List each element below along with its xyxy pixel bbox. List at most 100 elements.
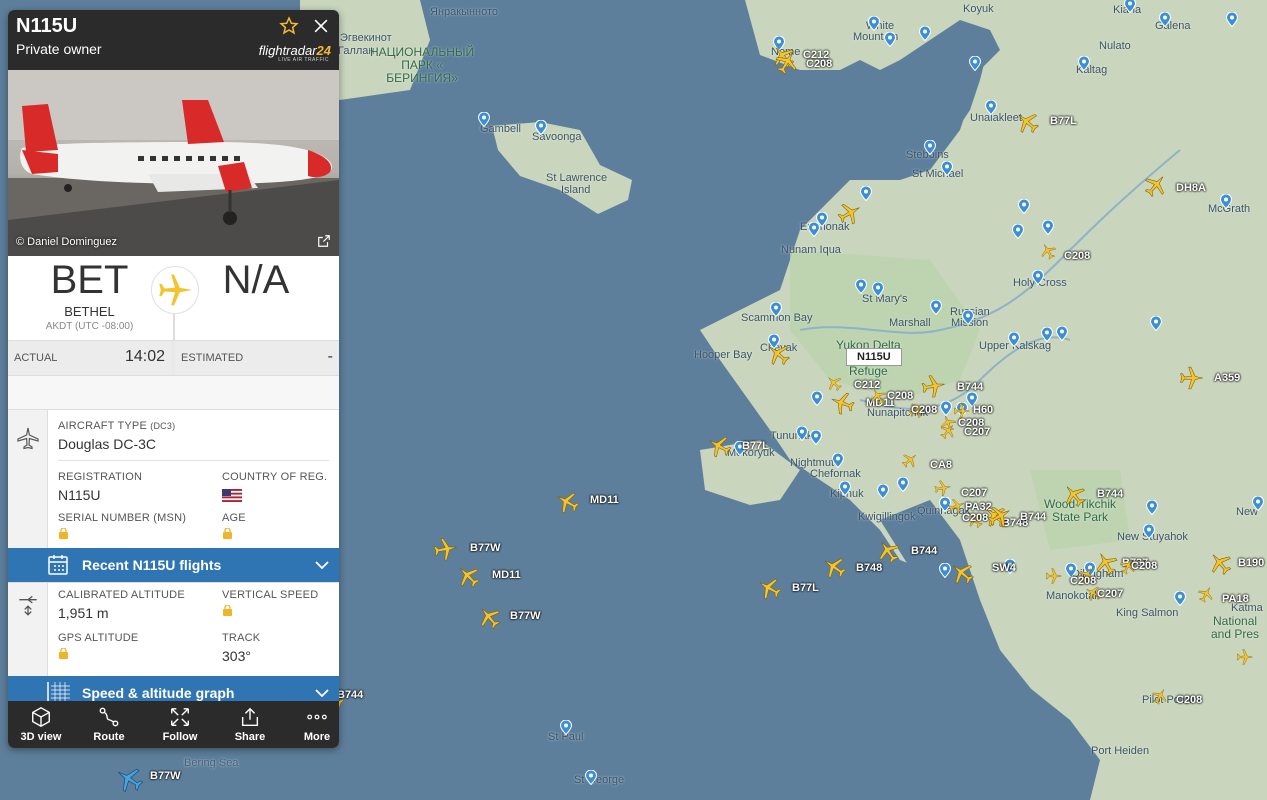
more-button[interactable]: More <box>284 701 339 748</box>
aircraft-marker[interactable] <box>455 563 481 589</box>
airport-pin-icon[interactable] <box>839 481 851 496</box>
aircraft-marker[interactable] <box>949 560 975 586</box>
airport-pin-icon[interactable] <box>1078 56 1090 71</box>
airport-pin-icon[interactable] <box>1056 326 1068 341</box>
aircraft-marker[interactable] <box>829 390 855 416</box>
aircraft-marker[interactable] <box>921 373 947 399</box>
favorite-star-icon[interactable] <box>279 16 299 36</box>
aircraft-marker[interactable] <box>837 200 863 226</box>
3d-view-button[interactable]: 3D view <box>8 701 74 748</box>
airport-pin-icon[interactable] <box>969 56 981 71</box>
altitude-icon <box>19 595 37 616</box>
airport-pin-icon[interactable] <box>941 161 953 176</box>
aircraft-marker[interactable] <box>1014 109 1040 135</box>
airport-pin-icon[interactable] <box>1159 12 1171 27</box>
aircraft-marker[interactable] <box>1039 242 1057 260</box>
aircraft-marker[interactable] <box>774 49 800 75</box>
airport-pin-icon[interactable] <box>1041 327 1053 342</box>
airport-pin-icon[interactable] <box>1018 199 1030 214</box>
lock-icon[interactable] <box>59 648 68 659</box>
aircraft-marker[interactable] <box>1061 482 1087 508</box>
airport-pin-icon[interactable] <box>930 300 942 315</box>
follow-button[interactable]: Follow <box>147 701 213 748</box>
aircraft-marker[interactable] <box>869 387 887 405</box>
airport-pin-icon[interactable] <box>1252 496 1264 511</box>
close-icon[interactable] <box>311 16 331 36</box>
aircraft-marker[interactable] <box>1045 567 1063 585</box>
origin-code[interactable]: BET <box>8 258 171 303</box>
aircraft-marker[interactable] <box>756 575 782 601</box>
airport-pin-icon[interactable] <box>897 477 909 492</box>
aircraft-marker[interactable] <box>1093 550 1119 576</box>
lock-icon[interactable] <box>223 528 232 539</box>
route-button[interactable]: Route <box>76 701 142 748</box>
airport-pin-icon[interactable] <box>560 720 572 735</box>
gps-altitude-label: GPS ALTITUDE <box>58 632 139 644</box>
aircraft-marker[interactable] <box>554 489 580 515</box>
airport-pin-icon[interactable] <box>535 120 547 135</box>
airport-pin-icon[interactable] <box>919 26 931 41</box>
lock-icon[interactable] <box>59 528 68 539</box>
airport-pin-icon[interactable] <box>855 279 867 294</box>
aircraft-marker[interactable] <box>987 503 1013 529</box>
airport-pin-icon[interactable] <box>832 453 844 468</box>
aircraft-marker[interactable] <box>706 433 732 459</box>
aircraft-marker[interactable] <box>1151 687 1169 705</box>
external-link-icon[interactable] <box>317 234 331 248</box>
airport-pin-icon[interactable] <box>1220 194 1232 209</box>
airport-pin-icon[interactable] <box>808 222 820 237</box>
map-place-label: Nunam Iqua <box>781 244 841 256</box>
airport-pin-icon[interactable] <box>860 186 872 201</box>
aircraft-marker[interactable] <box>476 604 502 630</box>
airport-pin-icon[interactable] <box>962 310 974 325</box>
aircraft-marker[interactable] <box>1197 585 1215 603</box>
airport-pin-icon[interactable] <box>868 16 880 31</box>
share-button[interactable]: Share <box>217 701 283 748</box>
recent-flights-bar[interactable]: Recent N115U flights <box>8 548 339 582</box>
airport-pin-icon[interactable] <box>872 282 884 297</box>
airport-pin-icon[interactable] <box>884 32 896 47</box>
aircraft-label: B744 <box>337 689 364 701</box>
airport-pin-icon[interactable] <box>1143 524 1155 539</box>
airport-pin-icon[interactable] <box>1012 224 1024 239</box>
airport-pin-icon[interactable] <box>1124 0 1136 13</box>
airport-pin-icon[interactable] <box>1174 591 1186 606</box>
flight-details-panel: N115U Private owner flightradar24 LIVE A… <box>8 10 339 748</box>
airport-pin-icon[interactable] <box>770 302 782 317</box>
airport-pin-icon[interactable] <box>1226 12 1238 27</box>
lock-icon[interactable] <box>223 605 232 616</box>
aircraft-marker[interactable] <box>433 536 459 562</box>
aircraft-marker[interactable] <box>939 422 957 440</box>
airport-pin-icon[interactable] <box>985 100 997 115</box>
airport-pin-icon[interactable] <box>1150 316 1162 331</box>
aircraft-marker[interactable] <box>1236 648 1254 666</box>
aircraft-marker[interactable] <box>934 479 952 497</box>
airport-pin-icon[interactable] <box>811 391 823 406</box>
aircraft-marker[interactable] <box>765 341 791 367</box>
airport-pin-icon[interactable] <box>796 426 808 441</box>
airplane-icon <box>17 427 39 450</box>
airport-pin-icon[interactable] <box>1042 220 1054 235</box>
recent-flights-label: Recent N115U flights <box>82 557 222 573</box>
aircraft-marker[interactable] <box>821 554 847 580</box>
airport-pin-icon[interactable] <box>478 112 490 127</box>
airport-pin-icon[interactable] <box>924 140 936 155</box>
airport-pin-icon[interactable] <box>810 430 822 445</box>
graph-label: Speed & altitude graph <box>82 685 235 701</box>
aircraft-marker[interactable] <box>1207 550 1233 576</box>
aircraft-label: C207 <box>1097 588 1124 600</box>
3d-view-label: 3D view <box>20 731 62 743</box>
aircraft-marker[interactable] <box>901 451 919 469</box>
aircraft-marker[interactable] <box>875 538 901 564</box>
selected-aircraft-marker[interactable] <box>114 764 144 794</box>
airport-pin-icon[interactable] <box>1032 270 1044 285</box>
aircraft-label: C208 <box>1064 250 1091 262</box>
aircraft-marker[interactable] <box>1143 172 1169 198</box>
aircraft-photo[interactable]: © Daniel Dominguez <box>8 70 339 256</box>
airport-pin-icon[interactable] <box>1146 500 1158 515</box>
airport-pin-icon[interactable] <box>877 484 889 499</box>
aircraft-marker[interactable] <box>1179 365 1205 391</box>
airport-pin-icon[interactable] <box>1008 332 1020 347</box>
map-park-label-line: State Park <box>1052 510 1109 524</box>
airport-pin-icon[interactable] <box>585 770 597 785</box>
